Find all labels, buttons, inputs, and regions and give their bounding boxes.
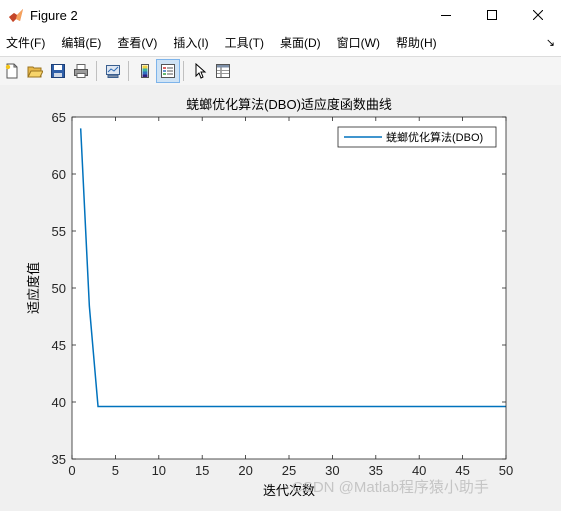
new-figure-button[interactable] (1, 60, 23, 82)
y-tick-label: 60 (52, 167, 66, 182)
save-icon (51, 64, 65, 78)
figure-window: Figure 2 文件(F) 编辑(E) 查看(V) 插入(I) 工具(T) 桌… (0, 0, 561, 506)
y-tick-label: 45 (52, 338, 66, 353)
x-tick-label: 20 (238, 463, 252, 478)
maximize-icon (487, 10, 497, 20)
print-button[interactable] (70, 60, 92, 82)
x-tick-label: 45 (455, 463, 469, 478)
x-tick-label: 10 (152, 463, 166, 478)
close-icon (533, 10, 543, 20)
insert-colorbar-button[interactable] (134, 60, 156, 82)
window-title: Figure 2 (30, 7, 78, 23)
y-tick-label: 55 (52, 224, 66, 239)
menu-desktop[interactable]: 桌面(D) (272, 30, 329, 56)
open-file-icon (27, 66, 43, 78)
property-inspector-button[interactable] (212, 60, 234, 82)
menu-help[interactable]: 帮助(H) (388, 30, 445, 56)
chart: 0 5 10 15 20 25 30 35 40 45 50 35 40 45 50 55 60 65 蜣螂优化… (26, 97, 513, 498)
print-icon (74, 64, 88, 78)
save-button[interactable] (47, 60, 69, 82)
y-axis-label: 适应度值 (26, 262, 41, 314)
open-file-button[interactable] (24, 60, 46, 82)
edit-plot-button[interactable] (189, 60, 211, 82)
x-tick-label: 30 (325, 463, 339, 478)
y-tick-label: 40 (52, 395, 66, 410)
menu-view[interactable]: 查看(V) (109, 30, 165, 56)
x-tick-label: 50 (499, 463, 513, 478)
edit-plot-icon (195, 63, 207, 79)
menu-bar: 文件(F) 编辑(E) 查看(V) 插入(I) 工具(T) 桌面(D) 窗口(W… (0, 30, 561, 56)
insert-legend-button[interactable] (156, 59, 180, 83)
menu-insert[interactable]: 插入(I) (165, 30, 216, 56)
y-tick-label: 65 (52, 110, 66, 125)
x-tick-label: 35 (369, 463, 383, 478)
menu-window[interactable]: 窗口(W) (329, 30, 388, 56)
new-figure-icon (5, 63, 18, 79)
maximize-button[interactable] (469, 0, 515, 30)
minimize-icon (441, 15, 451, 16)
y-tick-label: 35 (52, 452, 66, 467)
matlab-logo-icon (9, 9, 23, 22)
figure-canvas[interactable]: 0 5 10 15 20 25 30 35 40 45 50 35 40 45 50 55 60 65 蜣螂优化… (0, 85, 561, 506)
figure-toolbar (0, 56, 561, 86)
menu-edit[interactable]: 编辑(E) (53, 30, 109, 56)
x-tick-label: 0 (68, 463, 75, 478)
toolbar-separator (128, 61, 129, 81)
x-tick-label: 5 (112, 463, 119, 478)
insert-colorbar-icon (141, 64, 149, 78)
window-controls (423, 0, 561, 30)
axes-background (72, 117, 506, 459)
close-button[interactable] (515, 0, 561, 30)
property-inspector-icon (216, 64, 230, 78)
link-plot-icon (106, 65, 120, 78)
minimize-button[interactable] (423, 0, 469, 30)
toolbar-separator (96, 61, 97, 81)
title-bar: Figure 2 (0, 0, 561, 30)
insert-legend-icon (161, 64, 175, 78)
watermark: CSDN @Matlab程序猿小助手 (292, 479, 489, 496)
x-tick-label: 40 (412, 463, 426, 478)
link-plot-button[interactable] (102, 60, 124, 82)
dock-arrow-icon[interactable]: ↘ (546, 36, 555, 49)
menu-file[interactable]: 文件(F) (0, 30, 53, 56)
chart-title: 蜣螂优化算法(DBO)适应度函数曲线 (186, 97, 392, 112)
x-tick-label: 25 (282, 463, 296, 478)
y-tick-label: 50 (52, 281, 66, 296)
menu-tools[interactable]: 工具(T) (217, 30, 272, 56)
legend[interactable]: 蜣螂优化算法(DBO) (337, 126, 497, 148)
x-tick-label: 15 (195, 463, 209, 478)
toolbar-separator (183, 61, 184, 81)
legend-label: 蜣螂优化算法(DBO) (386, 130, 483, 144)
